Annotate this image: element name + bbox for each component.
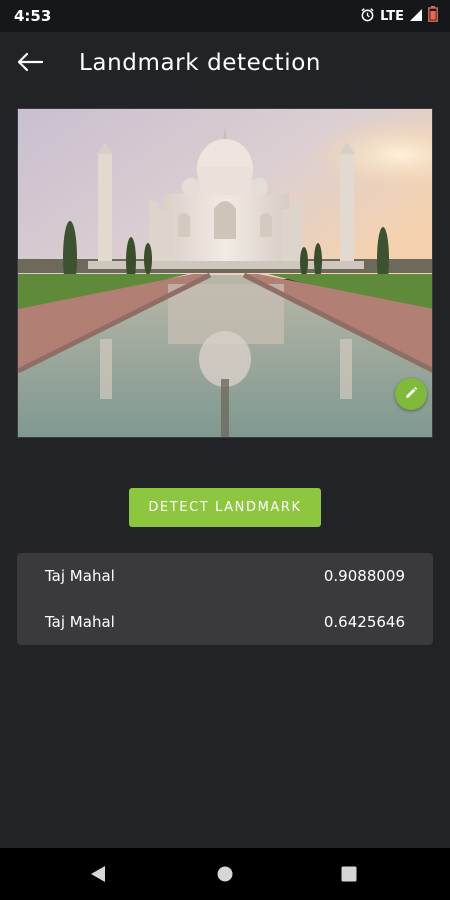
network-type-label: LTE <box>380 8 404 24</box>
detect-landmark-button[interactable]: DETECT LANDMARK <box>129 488 321 527</box>
status-bar: 4:53 LTE <box>0 0 450 32</box>
result-row: Taj Mahal 0.6425646 <box>17 599 433 645</box>
pencil-icon <box>404 385 418 404</box>
nav-back-icon[interactable] <box>89 865 107 887</box>
result-row: Taj Mahal 0.9088009 <box>17 553 433 599</box>
system-nav-bar <box>0 848 450 900</box>
results-list: Taj Mahal 0.9088009 Taj Mahal 0.6425646 <box>17 553 433 645</box>
nav-home-icon[interactable] <box>216 865 234 887</box>
result-confidence: 0.9088009 <box>323 567 405 585</box>
landmark-image[interactable] <box>17 108 433 438</box>
signal-icon <box>409 7 423 26</box>
battery-icon <box>428 6 438 26</box>
status-time: 4:53 <box>14 7 52 25</box>
page-title: Landmark detection <box>79 50 322 76</box>
toolbar: Landmark detection <box>0 32 450 96</box>
status-icons: LTE <box>360 6 438 26</box>
back-button[interactable] <box>12 48 48 80</box>
nav-recents-icon[interactable] <box>341 866 357 886</box>
alarm-icon <box>360 7 375 26</box>
result-landmark-name: Taj Mahal <box>45 613 115 631</box>
result-confidence: 0.6425646 <box>323 613 405 631</box>
taj-mahal-photo <box>18 109 432 437</box>
result-landmark-name: Taj Mahal <box>45 567 115 585</box>
edit-image-button[interactable] <box>395 378 427 410</box>
arrow-left-icon <box>16 52 44 76</box>
